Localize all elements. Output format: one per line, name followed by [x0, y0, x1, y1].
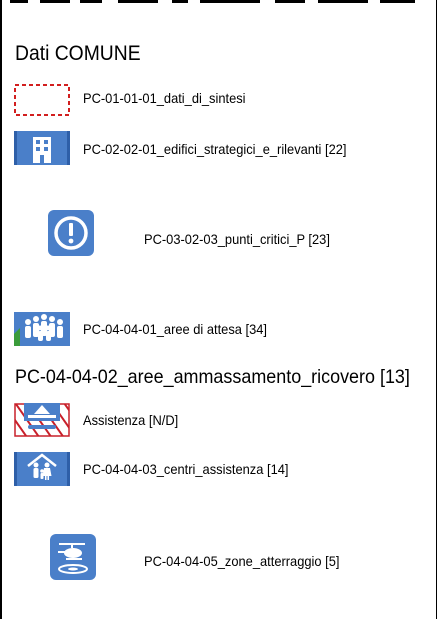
legend-subitem-label: PC-04-04-05_zone_atterraggio [5] — [144, 553, 340, 569]
legend-item-label: PC-04-04-01_aree di attesa [34] — [83, 321, 268, 337]
legend-subitem-label: Assistenza [N/D] — [83, 412, 179, 428]
exclamation-icon — [48, 210, 94, 261]
legend-subitem-label: PC-04-04-03_centri_assistenza [14] — [83, 461, 289, 477]
top-cut-text-strip — [0, 0, 438, 5]
building-icon — [14, 131, 70, 170]
legend-item-label: PC-02-02-01_edifici_strategici_e_rilevan… — [83, 141, 347, 157]
people-group-icon — [14, 312, 70, 351]
family-house-icon — [14, 452, 70, 491]
helicopter-icon — [50, 534, 96, 585]
dashed-red-rectangle-icon — [14, 84, 70, 121]
group-title: Dati COMUNE — [15, 42, 141, 65]
shelter-hatched-icon — [14, 403, 70, 442]
subgroup-title: PC-04-04-02_aree_ammassamento_ricovero [… — [15, 366, 410, 388]
legend-item-label: PC-01-01-01_dati_di_sintesi — [83, 90, 246, 106]
legend-item-label: PC-03-02-03_punti_critici_P [23] — [144, 231, 330, 247]
